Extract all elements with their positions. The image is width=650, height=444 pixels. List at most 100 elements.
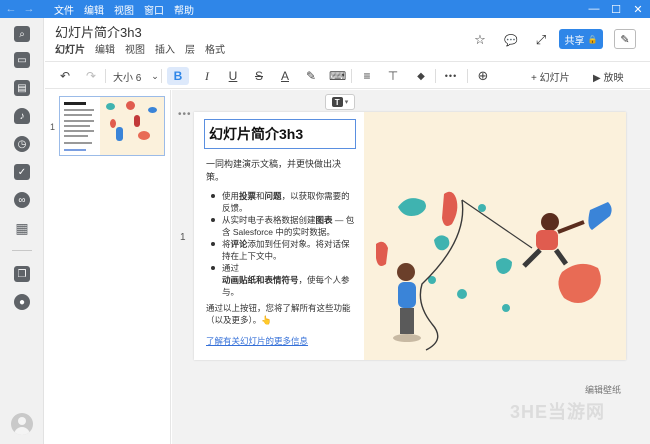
chat-icon[interactable]: ●	[14, 294, 30, 310]
check-icon[interactable]: ✓	[14, 164, 30, 180]
expand-icon[interactable]: ⤢	[533, 32, 549, 48]
slide-thumbnail[interactable]	[59, 96, 165, 156]
bell-icon[interactable]: ♪	[14, 108, 30, 124]
doc-menu-slides[interactable]: 幻灯片	[55, 41, 85, 56]
vertical-align-icon[interactable]: ⊤	[385, 67, 401, 85]
inbox-icon[interactable]: ▤	[14, 80, 30, 96]
toolbar-divider	[161, 69, 162, 83]
thumbnail-number: 1	[50, 122, 56, 132]
document-title[interactable]: 幻灯片简介3h3	[55, 22, 142, 41]
search-icon[interactable]: ⌕	[14, 26, 30, 42]
clock-icon[interactable]: ◷	[14, 136, 30, 152]
add-slide-button[interactable]: + 幻灯片	[531, 67, 570, 85]
minimize-button[interactable]: —	[583, 0, 605, 18]
blue-hold-shape	[588, 202, 612, 230]
menu-view[interactable]: 视图	[114, 2, 134, 17]
undo-button[interactable]: ↶	[57, 67, 73, 85]
toolbar-divider	[435, 69, 436, 83]
format-toolbar: ↶ ↷ 大小 6 ⌄ B I U S A ✎ ⌨ ≡ ⊤ ◆ ••• ⊕ + 幻…	[45, 61, 650, 89]
avatar[interactable]	[11, 413, 33, 435]
figure-legs	[400, 308, 414, 334]
red-hold-shape	[442, 191, 458, 226]
slide-text-panel: 幻灯片简介3h3 一同构建演示文稿，并更快做出决策。 使用投票和问题，以获取你需…	[194, 112, 364, 360]
back-icon[interactable]: ←	[4, 3, 18, 15]
text-icon: T	[331, 97, 343, 107]
maximize-button[interactable]: ☐	[605, 0, 627, 18]
site-watermark: 3HE当游网	[510, 402, 606, 422]
share-button[interactable]: 共享 🔒	[559, 29, 603, 49]
figure-shirt	[398, 282, 416, 308]
share-label: 共享	[564, 35, 585, 47]
more-icon[interactable]: •••	[443, 67, 459, 85]
link-icon[interactable]: ∞	[14, 192, 30, 208]
insert-text-button[interactable]: T ▾	[325, 94, 355, 110]
slide-options-icon[interactable]: •••	[178, 109, 192, 120]
thumbnail-illustration	[100, 97, 164, 155]
left-icon-bar: ⌕ ▭ ▤ ♪ ◷ ✓ ∞ ▦ ❐ ●	[0, 18, 44, 444]
learn-more-link[interactable]: 了解有关幻灯片的更多信息	[206, 335, 308, 347]
sidebar-divider	[12, 250, 32, 251]
close-button[interactable]: ✕	[627, 0, 649, 18]
pointing-hand-icon: 👆	[261, 315, 272, 325]
apps-icon[interactable]: ▦	[14, 220, 30, 236]
slide[interactable]: 幻灯片简介3h3 一同构建演示文稿，并更快做出决策。 使用投票和问题，以获取你需…	[194, 112, 626, 360]
bullet-list[interactable]: 使用投票和问题，以获取你需要的反馈。 从实时电子表格数据创建图表 — 包含 Sa…	[206, 190, 356, 298]
star-icon[interactable]: ☆	[472, 32, 488, 48]
code-icon[interactable]: ⌨	[329, 67, 346, 85]
teal-hold-shape	[496, 258, 512, 274]
climbing-illustration	[364, 112, 626, 360]
bold-button[interactable]: B	[167, 67, 189, 85]
edit-note-button[interactable]: ✎	[614, 29, 636, 49]
files-icon[interactable]: ❐	[14, 266, 30, 282]
menu-help[interactable]: 帮助	[174, 2, 194, 17]
climbing-illustration-svg	[376, 191, 612, 351]
document-menubar: 幻灯片 编辑 视图 插入 层 格式	[55, 41, 225, 56]
forward-icon[interactable]: →	[22, 3, 36, 15]
doc-menu-view[interactable]: 视图	[125, 41, 145, 56]
menu-window[interactable]: 窗口	[144, 2, 164, 17]
menu-edit[interactable]: 编辑	[84, 2, 104, 17]
slide-canvas: ••• 1 T ▾ 幻灯片简介3h3 一同构建演示文稿，并更快做出决策。 使用投…	[172, 90, 650, 444]
underline-button[interactable]: U	[225, 67, 241, 85]
slide-title: 幻灯片简介3h3	[209, 126, 304, 142]
highlighter-icon[interactable]: ✎	[303, 67, 319, 85]
text-color-button[interactable]: A	[277, 67, 293, 85]
slide-number: 1	[180, 232, 186, 243]
strikethrough-button[interactable]: S	[251, 67, 267, 85]
list-item: 通过 动画贴纸和表情符号，使每个人参与。	[206, 262, 356, 298]
coral-hold-shape	[558, 263, 601, 303]
list-item: 使用投票和问题，以获取你需要的反馈。	[206, 190, 356, 214]
zoom-icon[interactable]: ⊕	[475, 67, 491, 85]
doc-menu-edit[interactable]: 编辑	[95, 41, 115, 56]
lock-icon: 🔒	[587, 34, 598, 44]
doc-menu-format[interactable]: 格式	[205, 41, 225, 56]
toolbar-divider	[105, 69, 106, 83]
menu-file[interactable]: 文件	[54, 2, 74, 17]
edit-wallpaper-link[interactable]: 编辑壁纸	[585, 383, 621, 396]
play-button[interactable]: ▶ 放映	[593, 67, 623, 85]
edit-icon: ✎	[620, 33, 630, 46]
doc-menu-layer[interactable]: 层	[185, 41, 195, 56]
slide-title-box[interactable]: 幻灯片简介3h3	[204, 119, 356, 149]
climber-shirt	[536, 230, 558, 250]
doc-menu-insert[interactable]: 插入	[155, 41, 175, 56]
fill-icon[interactable]: ◆	[413, 67, 429, 85]
climber-head	[541, 213, 559, 231]
title-bar: ← → 文件 编辑 视图 窗口 帮助 — ☐ ✕	[0, 0, 650, 18]
teal-hold-shape	[434, 235, 450, 251]
slides-app: 幻灯片简介3h3 幻灯片 编辑 视图 插入 层 格式 ☆ 💬 ⤢ 共享 🔒 ✎ …	[45, 18, 650, 444]
redo-button[interactable]: ↷	[83, 67, 99, 85]
thumbnail-text-panel	[60, 97, 100, 155]
toolbar-divider	[467, 69, 468, 83]
italic-button[interactable]: I	[199, 67, 215, 85]
window-icon[interactable]: ▭	[14, 52, 30, 68]
slide-description[interactable]: 一同构建演示文稿，并更快做出决策。	[206, 158, 356, 184]
font-size-dropdown[interactable]: 大小 6	[113, 67, 141, 85]
slide-closing-text[interactable]: 通过以上按钮，您将了解所有这些功能（以及更多）。👆	[206, 302, 356, 326]
list-item: 从实时电子表格数据创建图表 — 包含 Salesforce 中的实时数据。	[206, 214, 356, 238]
list-item: 将评论添加到任何对象。将对话保持在上下文中。	[206, 238, 356, 262]
slide-thumbnail-pane: 1	[45, 90, 171, 444]
figure-head	[397, 263, 415, 281]
comment-icon[interactable]: 💬	[503, 32, 519, 48]
align-icon[interactable]: ≡	[359, 67, 375, 85]
